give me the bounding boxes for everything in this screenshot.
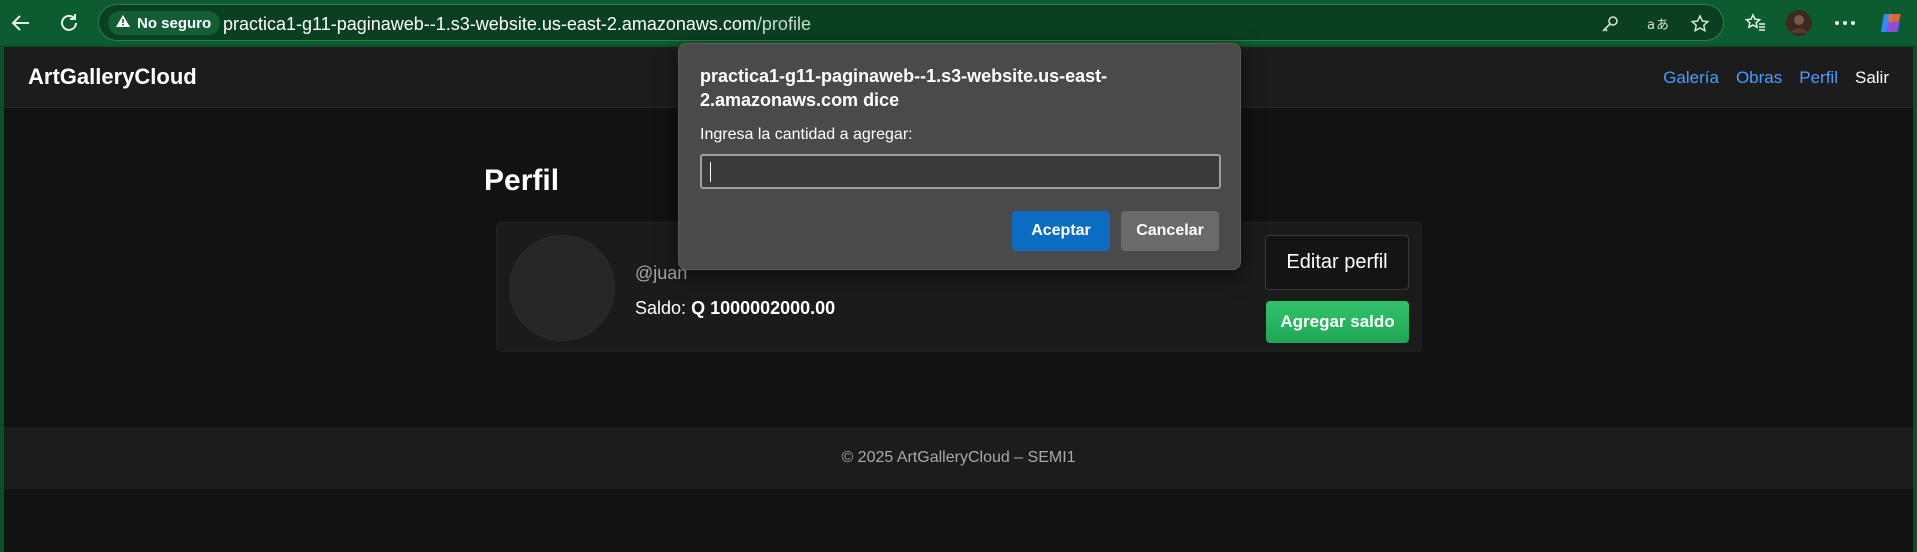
- footer-text: © 2025 ArtGalleryCloud – SEMI1: [841, 449, 1076, 466]
- balance-text: Saldo: Q 1000002000.00: [635, 298, 835, 319]
- security-badge[interactable]: No seguro: [108, 11, 221, 35]
- cancel-button[interactable]: Cancelar: [1121, 211, 1219, 251]
- warning-icon: [115, 14, 131, 32]
- nav-galeria[interactable]: Galería: [1663, 68, 1719, 88]
- svg-text:あ: あ: [1656, 18, 1669, 33]
- url-path: /profile: [756, 14, 811, 34]
- nav-salir[interactable]: Salir: [1855, 68, 1889, 88]
- translate-icon[interactable]: aあ: [1647, 13, 1669, 35]
- site-footer: © 2025 ArtGalleryCloud – SEMI1: [4, 427, 1913, 489]
- address-bar[interactable]: No seguro practica1-g11-paginaweb--1.s3-…: [98, 4, 1724, 41]
- amount-input[interactable]: [700, 154, 1221, 189]
- reload-icon[interactable]: [54, 8, 84, 38]
- favorites-icon[interactable]: [1740, 8, 1770, 38]
- dialog-title: practica1-g11-paginaweb--1.s3-website.us…: [700, 66, 1108, 110]
- url-host: practica1-g11-paginaweb--1.s3-website.us…: [223, 14, 757, 34]
- back-icon[interactable]: [6, 8, 36, 38]
- site-brand[interactable]: ArtGalleryCloud: [28, 64, 197, 90]
- browser-toolbar: No seguro practica1-g11-paginaweb--1.s3-…: [0, 0, 1917, 45]
- prompt-dialog: practica1-g11-paginaweb--1.s3-website.us…: [678, 43, 1241, 270]
- page-title: Perfil: [484, 164, 560, 197]
- edit-profile-button[interactable]: Editar perfil: [1265, 235, 1409, 290]
- text-caret: [710, 162, 711, 182]
- add-balance-button[interactable]: Agregar saldo: [1266, 301, 1409, 343]
- more-options-icon[interactable]: [1830, 8, 1860, 38]
- nav-obras[interactable]: Obras: [1736, 68, 1782, 88]
- copilot-icon[interactable]: [1876, 8, 1906, 38]
- balance-value: Q 1000002000.00: [691, 298, 836, 318]
- profile-avatar[interactable]: [1784, 8, 1814, 38]
- accept-button[interactable]: Aceptar: [1012, 211, 1110, 251]
- svg-text:a: a: [1647, 18, 1655, 33]
- nav-links: Galería Obras Perfil Salir: [1663, 68, 1889, 88]
- avatar: [509, 235, 615, 341]
- nav-perfil[interactable]: Perfil: [1799, 68, 1838, 88]
- url-text: practica1-g11-paginaweb--1.s3-website.us…: [223, 14, 811, 35]
- security-label: No seguro: [137, 14, 212, 32]
- key-icon[interactable]: [1599, 13, 1621, 35]
- favorite-star-icon[interactable]: [1689, 13, 1711, 35]
- dialog-message: Ingresa la cantidad a agregar:: [700, 126, 913, 143]
- balance-label: Saldo:: [635, 298, 687, 318]
